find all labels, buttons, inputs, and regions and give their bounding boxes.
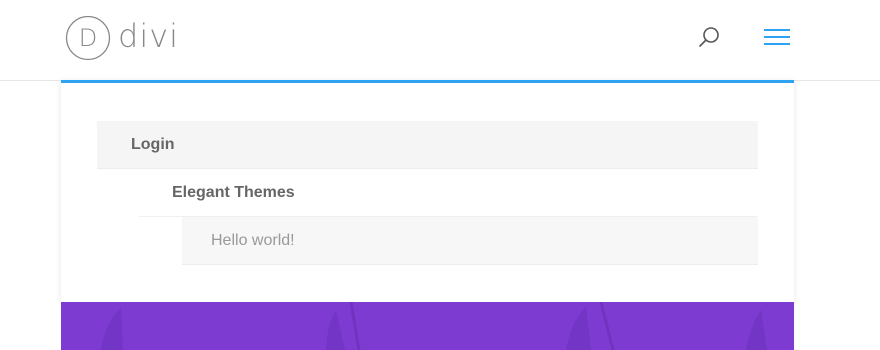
divi-logo-icon: D xyxy=(65,15,111,61)
menu-item-elegant-themes[interactable]: Elegant Themes xyxy=(139,169,758,217)
site-logo[interactable]: D divi xyxy=(65,15,179,61)
banner-pattern xyxy=(61,302,794,350)
site-header: D divi xyxy=(0,0,880,81)
purple-banner xyxy=(61,302,794,350)
search-icon[interactable] xyxy=(697,24,723,50)
menu-item-login[interactable]: Login xyxy=(97,121,758,169)
menu-item-label: Login xyxy=(131,135,175,153)
logo-text: divi xyxy=(118,17,180,55)
menu-item-hello-world[interactable]: Hello world! xyxy=(182,217,758,265)
menu-item-label: Hello world! xyxy=(211,231,295,249)
content-panel: Login Elegant Themes Hello world! xyxy=(61,80,794,302)
menu-item-label: Elegant Themes xyxy=(172,183,295,201)
hamburger-menu-icon[interactable] xyxy=(763,27,791,47)
svg-text:D: D xyxy=(79,24,97,52)
